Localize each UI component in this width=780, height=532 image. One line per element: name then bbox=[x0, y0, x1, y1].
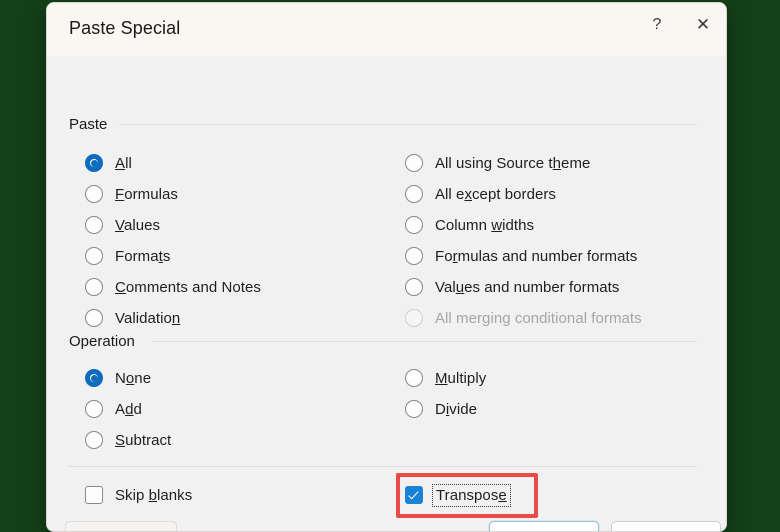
titlebar-button-group: ? ✕ bbox=[634, 3, 726, 56]
checkbox-unchecked-icon[interactable] bbox=[85, 486, 103, 504]
radio-paste-values-label: Values bbox=[115, 216, 161, 234]
radio-paste-values-and-number-formats-label: Values and number formats bbox=[435, 278, 620, 296]
radio-paste-all-except-borders[interactable]: All except borders bbox=[405, 183, 556, 205]
radio-unselected-icon[interactable] bbox=[85, 185, 103, 203]
radio-paste-formulas-label: Formulas bbox=[115, 185, 178, 203]
radio-unselected-icon[interactable] bbox=[405, 278, 423, 296]
group-label-paste: Paste bbox=[69, 116, 108, 133]
radio-unselected-icon[interactable] bbox=[405, 154, 423, 172]
radio-unselected-icon[interactable] bbox=[85, 309, 103, 327]
radio-paste-validation[interactable]: Validation bbox=[85, 307, 180, 329]
radio-unselected-icon[interactable] bbox=[405, 185, 423, 203]
group-rule-paste bbox=[119, 124, 697, 125]
radio-unselected-icon bbox=[405, 309, 423, 327]
dialog-title: Paste Special bbox=[69, 18, 181, 38]
radio-operation-none[interactable]: None bbox=[85, 367, 151, 389]
checkbox-checked-icon[interactable] bbox=[405, 486, 423, 504]
radio-operation-none-label: None bbox=[115, 369, 152, 387]
section-separator bbox=[69, 466, 697, 467]
radio-operation-subtract[interactable]: Subtract bbox=[85, 429, 171, 451]
close-icon[interactable]: ✕ bbox=[680, 3, 726, 47]
radio-unselected-icon[interactable] bbox=[405, 369, 423, 387]
checkbox-skip-blanks[interactable]: Skip blanks bbox=[85, 484, 192, 506]
paste-link-button: Paste Link bbox=[65, 521, 177, 531]
radio-paste-column-widths[interactable]: Column widths bbox=[405, 214, 534, 236]
checkbox-transpose-label: Transpose bbox=[432, 483, 511, 507]
radio-selected-icon[interactable] bbox=[85, 154, 103, 172]
radio-operation-add[interactable]: Add bbox=[85, 398, 142, 420]
radio-paste-all-merging-conditional-formats: All merging conditional formats bbox=[405, 307, 642, 329]
radio-operation-multiply-label: Multiply bbox=[435, 369, 487, 387]
radio-paste-formulas-and-number-formats[interactable]: Formulas and number formats bbox=[405, 245, 637, 267]
radio-unselected-icon[interactable] bbox=[85, 431, 103, 449]
dialog-body: Paste All Formulas Values Formats Comments a… bbox=[47, 56, 726, 531]
ok-button[interactable]: OK bbox=[489, 521, 599, 531]
radio-paste-validation-label: Validation bbox=[115, 309, 181, 327]
radio-unselected-icon[interactable] bbox=[85, 400, 103, 418]
radio-paste-formulas[interactable]: Formulas bbox=[85, 183, 178, 205]
radio-unselected-icon[interactable] bbox=[85, 216, 103, 234]
radio-operation-subtract-label: Subtract bbox=[115, 431, 172, 449]
radio-paste-values[interactable]: Values bbox=[85, 214, 160, 236]
radio-paste-formats-label: Formats bbox=[115, 247, 171, 265]
group-label-operation: Operation bbox=[69, 333, 135, 350]
checkbox-skip-blanks-label: Skip blanks bbox=[115, 486, 193, 504]
radio-operation-divide[interactable]: Divide bbox=[405, 398, 477, 420]
radio-paste-all-using-source-theme[interactable]: All using Source theme bbox=[405, 152, 590, 174]
radio-paste-all[interactable]: All bbox=[85, 152, 132, 174]
radio-paste-comments-and-notes-label: Comments and Notes bbox=[115, 278, 261, 296]
radio-paste-values-and-number-formats[interactable]: Values and number formats bbox=[405, 276, 619, 298]
help-icon[interactable]: ? bbox=[634, 3, 680, 47]
radio-unselected-icon[interactable] bbox=[405, 216, 423, 234]
radio-paste-all-except-borders-label: All except borders bbox=[435, 185, 556, 203]
radio-operation-add-label: Add bbox=[115, 400, 142, 418]
radio-paste-column-widths-label: Column widths bbox=[435, 216, 535, 234]
radio-paste-comments-and-notes[interactable]: Comments and Notes bbox=[85, 276, 261, 298]
radio-operation-divide-label: Divide bbox=[435, 400, 477, 418]
cancel-button[interactable]: Cancel bbox=[611, 521, 721, 531]
checkbox-transpose[interactable]: Transpose bbox=[405, 483, 511, 507]
radio-unselected-icon[interactable] bbox=[85, 278, 103, 296]
radio-paste-all-using-source-theme-label: All using Source theme bbox=[435, 154, 591, 172]
paste-special-dialog: Paste Special ? ✕ Paste All Formulas Value… bbox=[46, 2, 727, 532]
radio-paste-formulas-and-number-formats-label: Formulas and number formats bbox=[435, 247, 638, 265]
radio-paste-formats[interactable]: Formats bbox=[85, 245, 170, 267]
radio-paste-all-label: All bbox=[115, 154, 132, 172]
group-rule-operation bbox=[152, 341, 697, 342]
radio-operation-multiply[interactable]: Multiply bbox=[405, 367, 486, 389]
radio-unselected-icon[interactable] bbox=[405, 247, 423, 265]
dialog-titlebar: Paste Special ? ✕ bbox=[47, 3, 726, 56]
radio-unselected-icon[interactable] bbox=[405, 400, 423, 418]
radio-paste-all-merging-conditional-formats-label: All merging conditional formats bbox=[435, 309, 642, 327]
radio-selected-icon[interactable] bbox=[85, 369, 103, 387]
radio-unselected-icon[interactable] bbox=[85, 247, 103, 265]
